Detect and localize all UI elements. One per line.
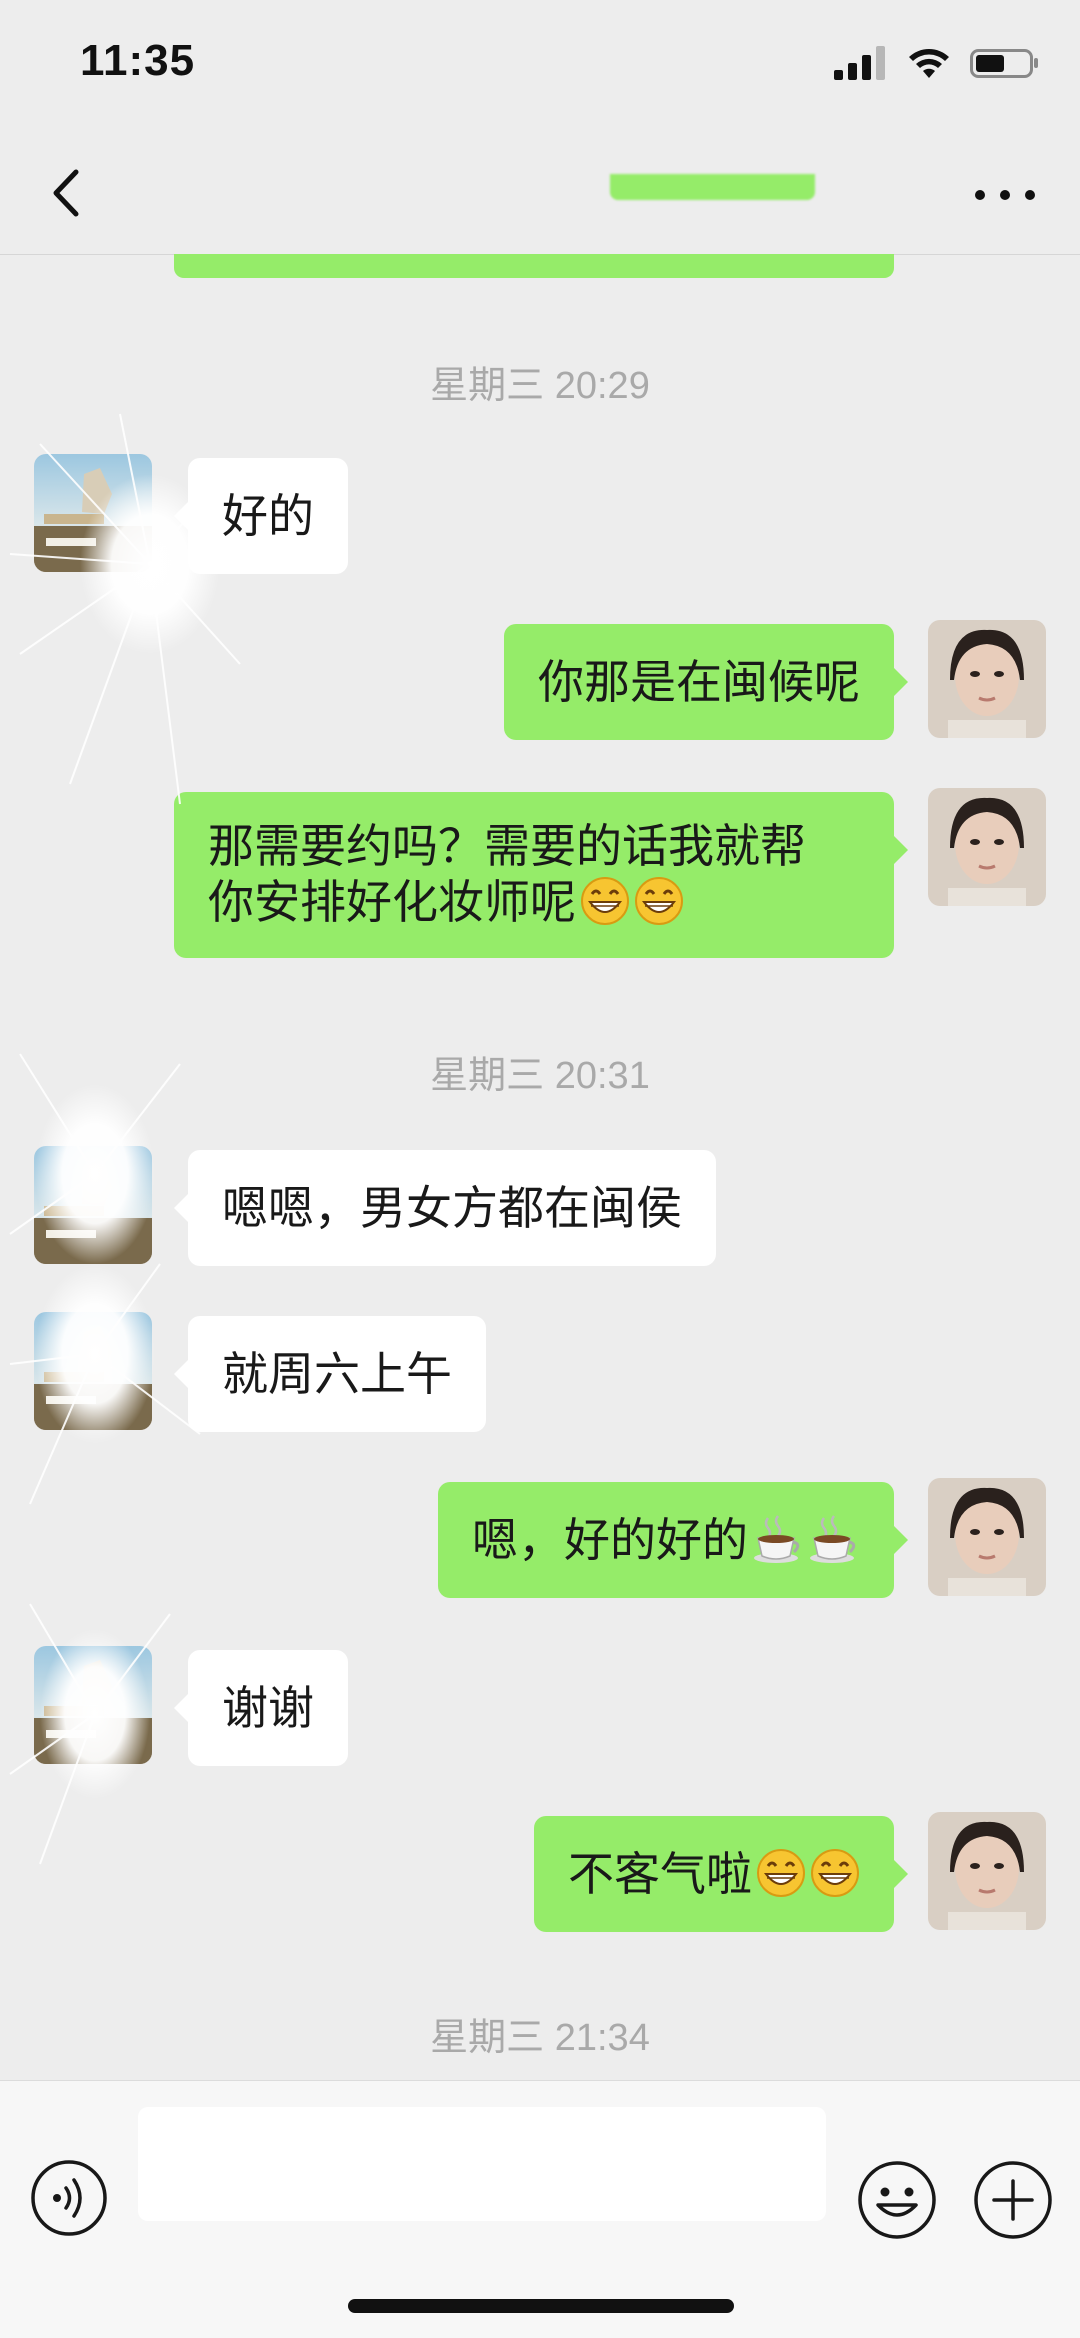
hot-beverage-emoji-icon bbox=[754, 1515, 800, 1563]
status-bar: 11:35 bbox=[0, 0, 1080, 130]
status-icons bbox=[834, 46, 1040, 80]
message-text-line: 你安排好化妆师呢 bbox=[208, 874, 860, 930]
message-bubble-outgoing[interactable] bbox=[174, 254, 894, 278]
message-bubble-outgoing[interactable]: 嗯，好的好的 bbox=[438, 1482, 908, 1598]
nav-title-redacted bbox=[610, 174, 815, 200]
avatar[interactable] bbox=[928, 1478, 1046, 1596]
message-text: 谢谢 bbox=[222, 1681, 314, 1735]
grin-emoji-icon bbox=[757, 1849, 805, 1897]
chat-screen: 11:35 星期三 20:29 好的 你那是在闽候呢 那需要约吗？需要的话我就帮… bbox=[0, 0, 1080, 2338]
message-text: 不客气啦 bbox=[568, 1846, 860, 1902]
message-list[interactable]: 星期三 20:29 好的 你那是在闽候呢 那需要约吗？需要的话我就帮 你安排好化… bbox=[0, 254, 1080, 2080]
avatar[interactable] bbox=[34, 454, 152, 572]
message-bubble-incoming[interactable]: 就周六上午 bbox=[174, 1316, 486, 1432]
message-bubble-outgoing[interactable]: 你那是在闽候呢 bbox=[504, 624, 908, 740]
battery-icon bbox=[970, 49, 1038, 78]
timestamp: 星期三 21:34 bbox=[430, 2017, 650, 2059]
hot-beverage-emoji-icon bbox=[810, 1515, 856, 1563]
home-indicator bbox=[348, 2299, 734, 2313]
message-input[interactable] bbox=[138, 2107, 826, 2221]
message-text: 你那是在闽候呢 bbox=[538, 655, 860, 709]
grin-emoji-icon bbox=[581, 877, 629, 925]
voice-icon[interactable] bbox=[30, 2159, 108, 2237]
avatar[interactable] bbox=[34, 1146, 152, 1264]
avatar[interactable] bbox=[928, 1812, 1046, 1930]
timestamp: 星期三 20:31 bbox=[430, 1055, 650, 1097]
grin-emoji-icon bbox=[811, 1849, 859, 1897]
avatar[interactable] bbox=[34, 1312, 152, 1430]
sparkle-overlay bbox=[9, 1053, 201, 1505]
message-bubble-incoming[interactable]: 谢谢 bbox=[174, 1650, 348, 1766]
avatar[interactable] bbox=[928, 620, 1046, 738]
message-text-line: 那需要约吗？需要的话我就帮 bbox=[208, 819, 806, 873]
message-bubble-incoming[interactable]: 好的 bbox=[174, 458, 348, 574]
message-text: 嗯嗯，男女方都在闽侯 bbox=[222, 1181, 682, 1235]
wifi-icon bbox=[909, 49, 949, 78]
timestamp: 星期三 20:29 bbox=[430, 365, 650, 407]
signal-icon bbox=[834, 46, 885, 80]
message-text: 嗯，好的好的 bbox=[472, 1512, 860, 1568]
more-horizontal-icon[interactable] bbox=[970, 170, 1040, 220]
status-time: 11:35 bbox=[80, 36, 196, 85]
message-text: 好的 bbox=[222, 489, 314, 543]
chevron-left-icon[interactable] bbox=[40, 158, 100, 228]
message-bubble-incoming[interactable]: 嗯嗯，男女方都在闽侯 bbox=[174, 1150, 716, 1266]
message-text: 就周六上午 bbox=[222, 1347, 452, 1401]
input-bar bbox=[0, 2080, 1080, 2338]
emoji-icon[interactable] bbox=[856, 2159, 938, 2241]
plus-circle-icon[interactable] bbox=[972, 2159, 1054, 2241]
avatar[interactable] bbox=[34, 1646, 152, 1764]
avatar[interactable] bbox=[928, 788, 1046, 906]
grin-emoji-icon bbox=[635, 877, 683, 925]
nav-bar bbox=[0, 130, 1080, 255]
message-bubble-outgoing[interactable]: 不客气啦 bbox=[534, 1816, 908, 1932]
message-bubble-outgoing[interactable]: 那需要约吗？需要的话我就帮 你安排好化妆师呢 bbox=[174, 792, 908, 958]
